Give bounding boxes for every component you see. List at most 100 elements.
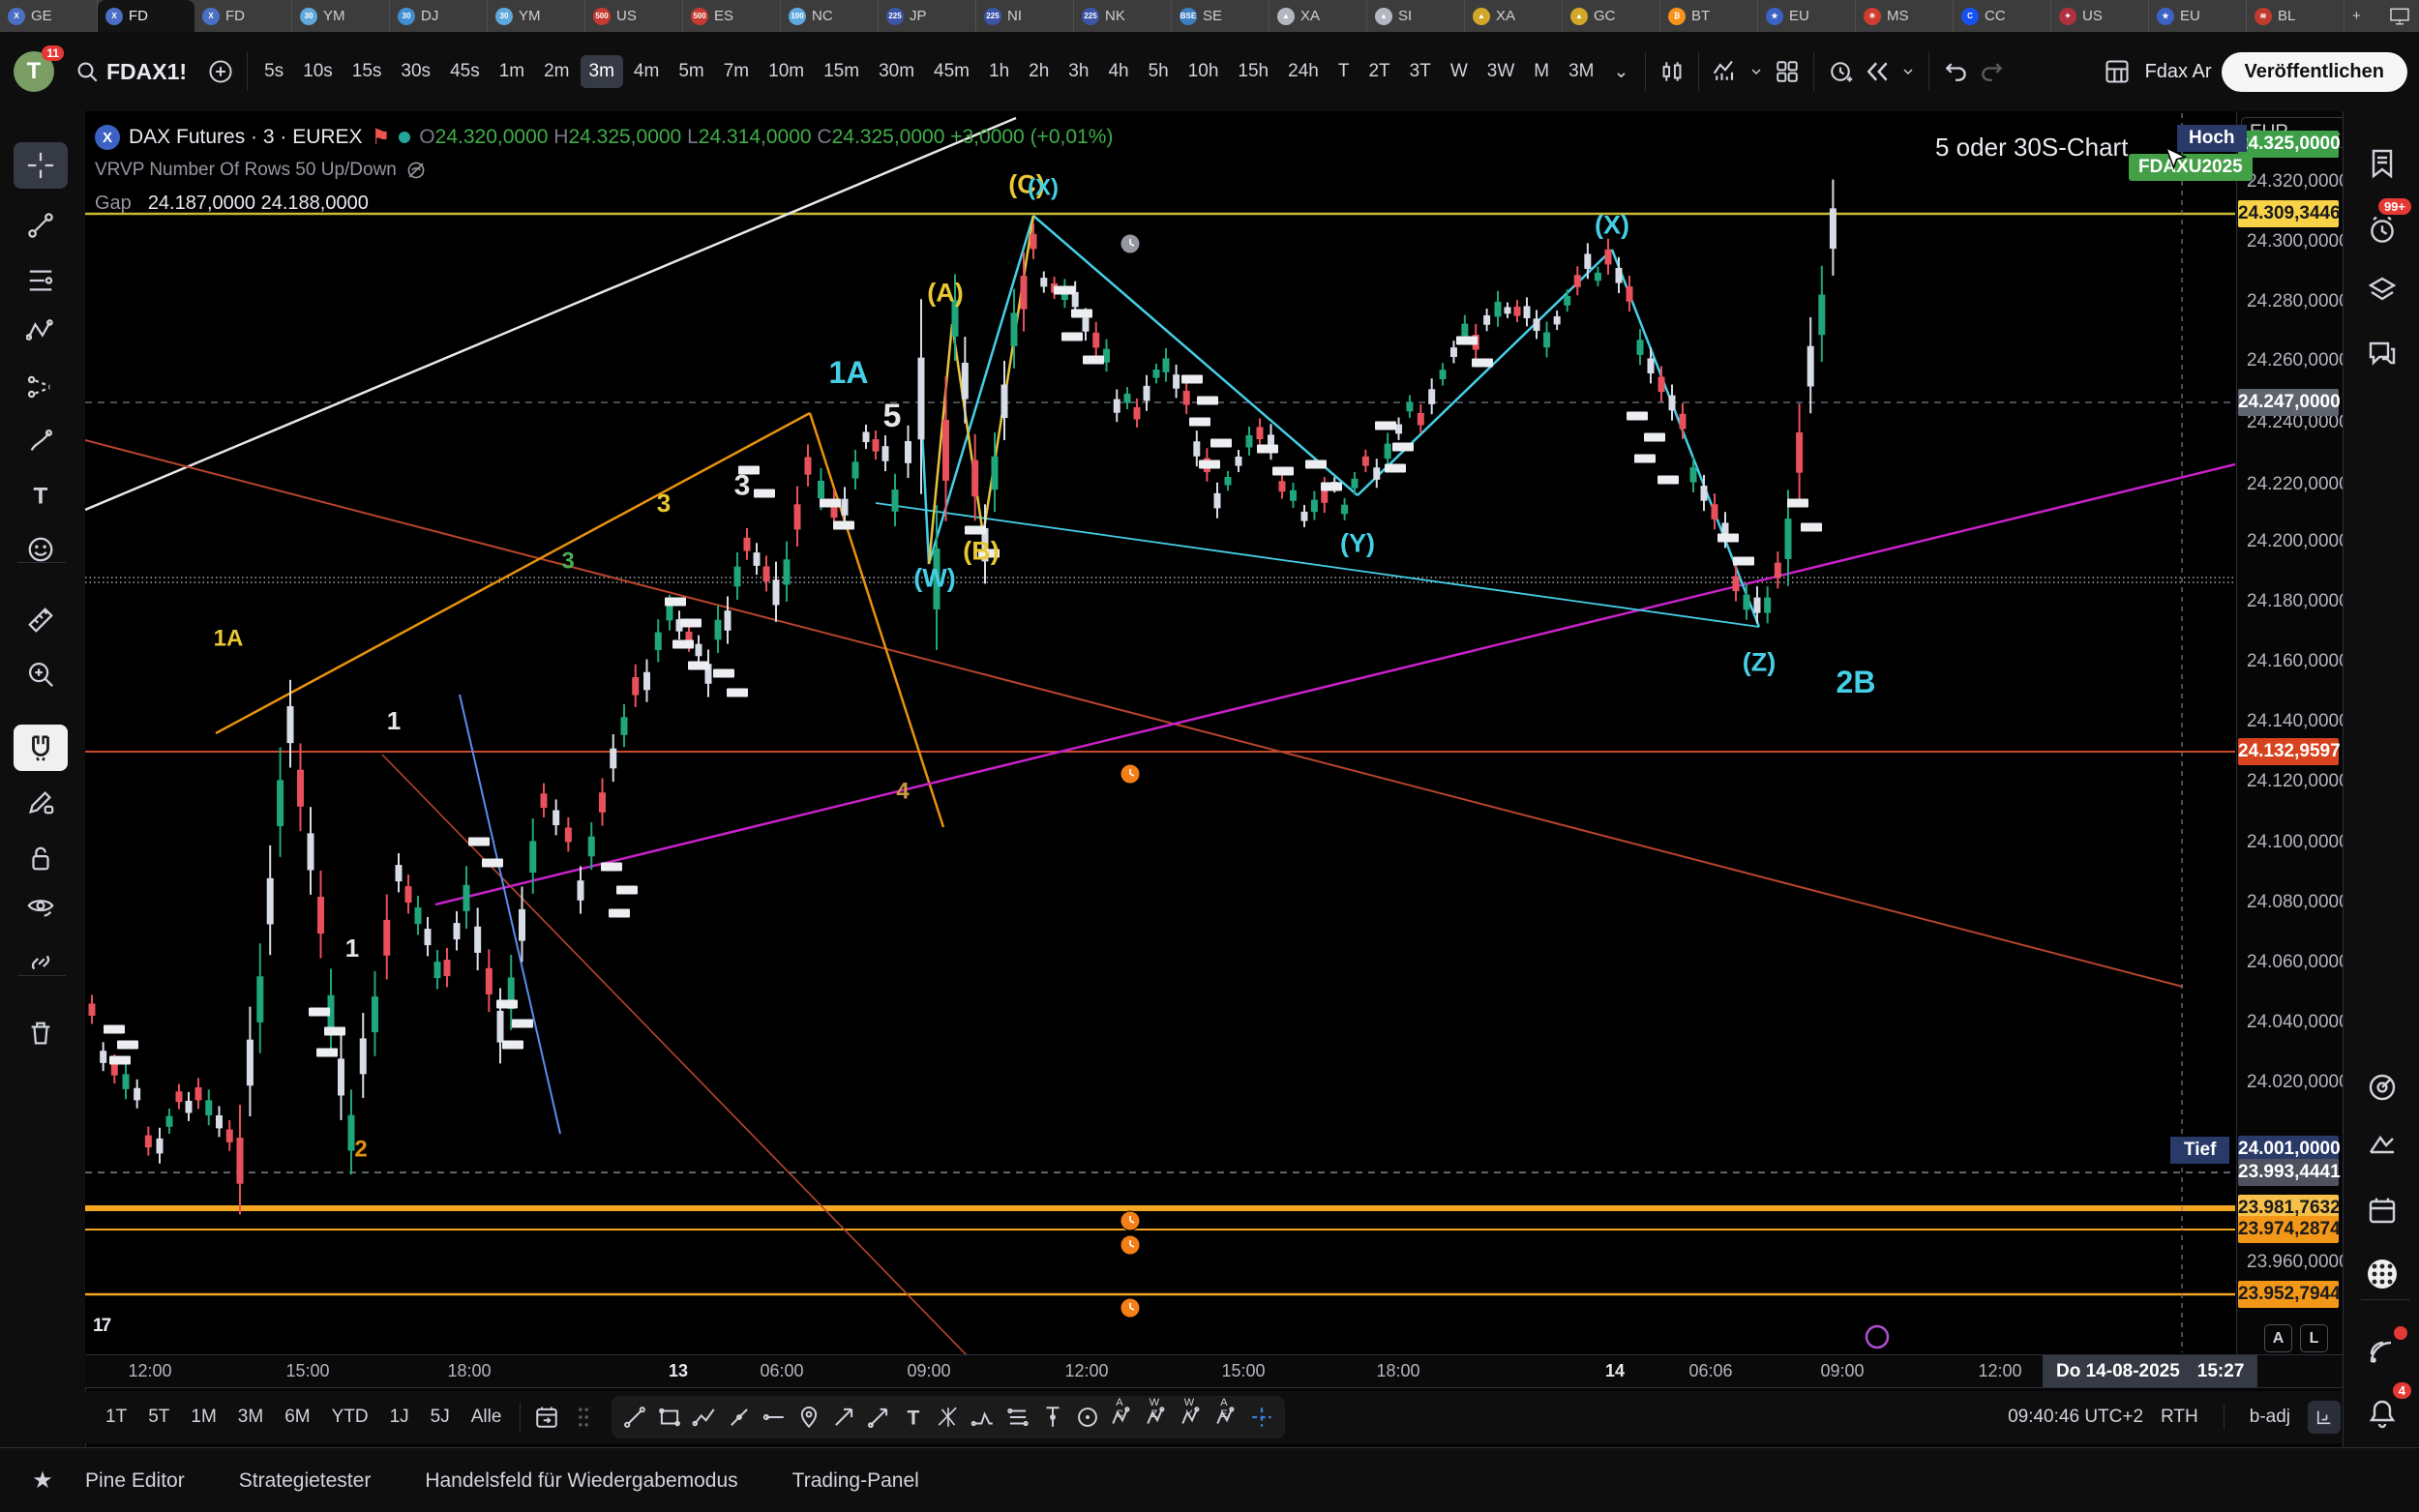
- broadcast-panel-icon[interactable]: [2357, 1328, 2407, 1375]
- eye-hidden-icon[interactable]: [405, 160, 427, 181]
- pencil-tool-icon[interactable]: [14, 779, 68, 825]
- chart-canvas[interactable]: (C)(X)(A)(B)(W)(X)(Y)(Z)1A2B53331A1124: [85, 111, 2236, 1354]
- timeframe-5m[interactable]: 5m: [670, 55, 712, 88]
- timeframe-3M[interactable]: 3M: [1560, 55, 1602, 88]
- text-draw-icon[interactable]: T: [896, 1398, 931, 1437]
- magnet-tool-icon[interactable]: [14, 725, 68, 771]
- chat-panel-icon[interactable]: [2357, 330, 2407, 376]
- range-button-1m[interactable]: 1M: [182, 1402, 224, 1433]
- browser-tab-us-6[interactable]: 500US: [585, 0, 683, 32]
- replay-icon[interactable]: [1859, 53, 1896, 90]
- range-button-3m[interactable]: 3M: [229, 1402, 272, 1433]
- scale-button-a[interactable]: A: [2264, 1324, 2292, 1352]
- timeframe-30s[interactable]: 30s: [392, 55, 439, 88]
- layers-panel-icon[interactable]: [2357, 266, 2407, 312]
- timeframe-3W[interactable]: 3W: [1478, 55, 1524, 88]
- browser-tab-ym-5[interactable]: 30YM: [488, 0, 585, 32]
- timeframe-24h[interactable]: 24h: [1279, 55, 1328, 88]
- replay-chevron-icon[interactable]: [1896, 53, 1921, 90]
- session-label[interactable]: RTH: [2161, 1407, 2198, 1428]
- pin-draw-icon[interactable]: [791, 1398, 826, 1437]
- browser-tab-nk-11[interactable]: 225NK: [1074, 0, 1172, 32]
- browser-tab-es-7[interactable]: 500ES: [683, 0, 781, 32]
- timeframe-45s[interactable]: 45s: [441, 55, 489, 88]
- hlines-draw-icon[interactable]: [1000, 1398, 1035, 1437]
- flag-icon[interactable]: ⚑: [372, 125, 391, 150]
- timeframe-3T[interactable]: 3T: [1401, 55, 1440, 88]
- polyline-draw-icon[interactable]: [966, 1398, 1000, 1437]
- goto-date-icon[interactable]: [528, 1399, 565, 1436]
- publish-button[interactable]: Veröffentlichen: [2222, 52, 2407, 92]
- range-button-1t[interactable]: 1T: [97, 1402, 135, 1433]
- timeframe-chevron-icon[interactable]: ⌄: [1604, 55, 1637, 89]
- timeframe-7m[interactable]: 7m: [715, 55, 758, 88]
- undo-icon[interactable]: [1937, 53, 1974, 90]
- ideas-panel-icon[interactable]: [2357, 1119, 2407, 1166]
- range-button-5j[interactable]: 5J: [422, 1402, 459, 1433]
- chart-plot[interactable]: (C)(X)(A)(B)(W)(X)(Y)(Z)1A2B53331A1124 X…: [85, 111, 2236, 1354]
- browser-tab-us-21[interactable]: ✦US: [2051, 0, 2149, 32]
- timeframe-45m[interactable]: 45m: [925, 55, 978, 88]
- browser-tab-eu-22[interactable]: ★EU: [2149, 0, 2247, 32]
- indicators-icon[interactable]: [1707, 53, 1744, 90]
- zoomin-tool-icon[interactable]: [14, 651, 68, 697]
- layout-name[interactable]: Fdax Ar: [2145, 61, 2212, 83]
- browser-tab-se-12[interactable]: BSESE: [1172, 0, 1269, 32]
- timeframe-W[interactable]: W: [1442, 55, 1477, 88]
- trendarrow-draw-icon[interactable]: [861, 1398, 896, 1437]
- pine-editor-tab[interactable]: Pine Editor: [85, 1469, 185, 1493]
- apps-panel-icon[interactable]: [2357, 1251, 2407, 1297]
- legend-title[interactable]: DAX Futures · 3 · EUREX: [129, 126, 363, 149]
- seg-draw-icon[interactable]: [617, 1398, 652, 1437]
- timeframe-10m[interactable]: 10m: [760, 55, 813, 88]
- compare-add-icon[interactable]: [202, 53, 239, 90]
- timeframe-1h[interactable]: 1h: [980, 55, 1018, 88]
- strategy-tester-tab[interactable]: Strategietester: [239, 1469, 372, 1493]
- timeframe-10h[interactable]: 10h: [1180, 55, 1228, 88]
- ruler-tool-icon[interactable]: [14, 597, 68, 643]
- browser-tab-jp-9[interactable]: 225JP: [879, 0, 976, 32]
- browser-tab-fd-1[interactable]: XFD: [98, 0, 194, 32]
- browser-tab-dj-4[interactable]: 30DJ: [390, 0, 488, 32]
- market-status-dot[interactable]: [399, 132, 410, 143]
- crosshair-tool-icon[interactable]: [14, 142, 68, 189]
- range-button-ytd[interactable]: YTD: [323, 1402, 377, 1433]
- radar-panel-icon[interactable]: [2357, 1064, 2407, 1111]
- user-avatar[interactable]: T11: [14, 51, 54, 92]
- path-draw-icon[interactable]: [687, 1398, 722, 1437]
- browser-tab-bl-23[interactable]: ≋BL: [2247, 0, 2344, 32]
- timeframe-2m[interactable]: 2m: [535, 55, 578, 88]
- seg2-draw-icon[interactable]: [722, 1398, 757, 1437]
- timeframe-5s[interactable]: 5s: [255, 55, 292, 88]
- range-button-1j[interactable]: 1J: [381, 1402, 418, 1433]
- pattern-tool-ac-icon[interactable]: A C: [1105, 1398, 1140, 1437]
- browser-tab-ms-19[interactable]: ✳MS: [1856, 0, 1954, 32]
- trash-tool-icon[interactable]: [14, 1010, 68, 1056]
- hray-draw-icon[interactable]: [757, 1398, 791, 1437]
- emoji-tool-icon[interactable]: [14, 526, 68, 573]
- browser-tab-nc-8[interactable]: 100NC: [781, 0, 879, 32]
- browser-tab-cc-20[interactable]: CCC: [1954, 0, 2051, 32]
- timeframe-15s[interactable]: 15s: [343, 55, 391, 88]
- timeframe-3m[interactable]: 3m: [581, 55, 623, 88]
- range-button-5t[interactable]: 5T: [139, 1402, 178, 1433]
- indicators-chevron-icon[interactable]: [1744, 53, 1769, 90]
- indicator-label[interactable]: VRVP Number Of Rows 50 Up/Down: [95, 160, 397, 181]
- rect-draw-icon[interactable]: [652, 1398, 687, 1437]
- drag-handle[interactable]: [565, 1399, 602, 1436]
- timeframe-4m[interactable]: 4m: [625, 55, 668, 88]
- timeframe-3h[interactable]: 3h: [1060, 55, 1097, 88]
- fib-tool-icon[interactable]: [14, 257, 68, 304]
- symbol-search[interactable]: FDAX1!: [75, 59, 187, 85]
- watchlist-panel-icon[interactable]: [2357, 140, 2407, 187]
- bluecross-draw-icon[interactable]: [1244, 1398, 1279, 1437]
- alarm-panel-icon[interactable]: 99+: [2357, 206, 2407, 252]
- forecast-tool-icon[interactable]: [14, 364, 68, 410]
- redo-icon[interactable]: [1974, 53, 2011, 90]
- trading-panel-tab[interactable]: Trading-Panel: [792, 1469, 919, 1493]
- timeframe-2h[interactable]: 2h: [1020, 55, 1058, 88]
- timeframe-M[interactable]: M: [1525, 55, 1558, 88]
- price-scale[interactable]: EUR ⌄ AL 24.320,000024.300,000024.280,00…: [2236, 111, 2344, 1354]
- clock-label[interactable]: 09:40:46 UTC+2: [2008, 1407, 2143, 1428]
- pattern-tool-ae-icon[interactable]: A E: [1210, 1398, 1244, 1437]
